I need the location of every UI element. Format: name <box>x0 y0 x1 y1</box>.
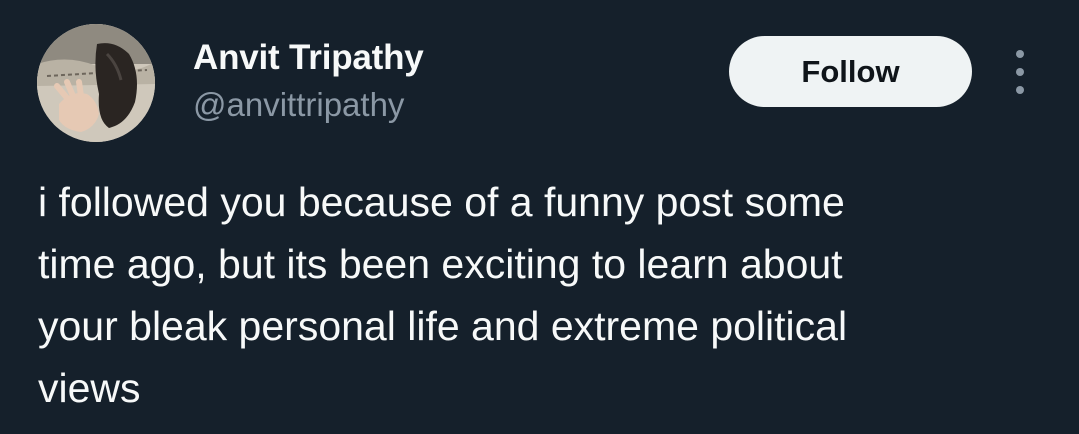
author-display-name[interactable]: Anvit Tripathy <box>193 37 424 79</box>
post-line: your bleak personal life and extreme pol… <box>38 303 848 349</box>
post-line: i followed you because of a funny post s… <box>38 179 845 225</box>
more-vertical-icon[interactable] <box>1004 50 1036 94</box>
more-dot <box>1016 50 1024 58</box>
more-dot <box>1016 68 1024 76</box>
post-text: i followed you because of a funny post s… <box>38 171 1048 419</box>
follow-button[interactable]: Follow <box>729 36 972 107</box>
post-line: time ago, but its been exciting to learn… <box>38 241 843 287</box>
post-line: views <box>38 365 141 411</box>
more-dot <box>1016 86 1024 94</box>
avatar-image <box>37 24 155 142</box>
author-handle[interactable]: @anvittripathy <box>193 85 404 125</box>
avatar[interactable] <box>37 24 155 142</box>
